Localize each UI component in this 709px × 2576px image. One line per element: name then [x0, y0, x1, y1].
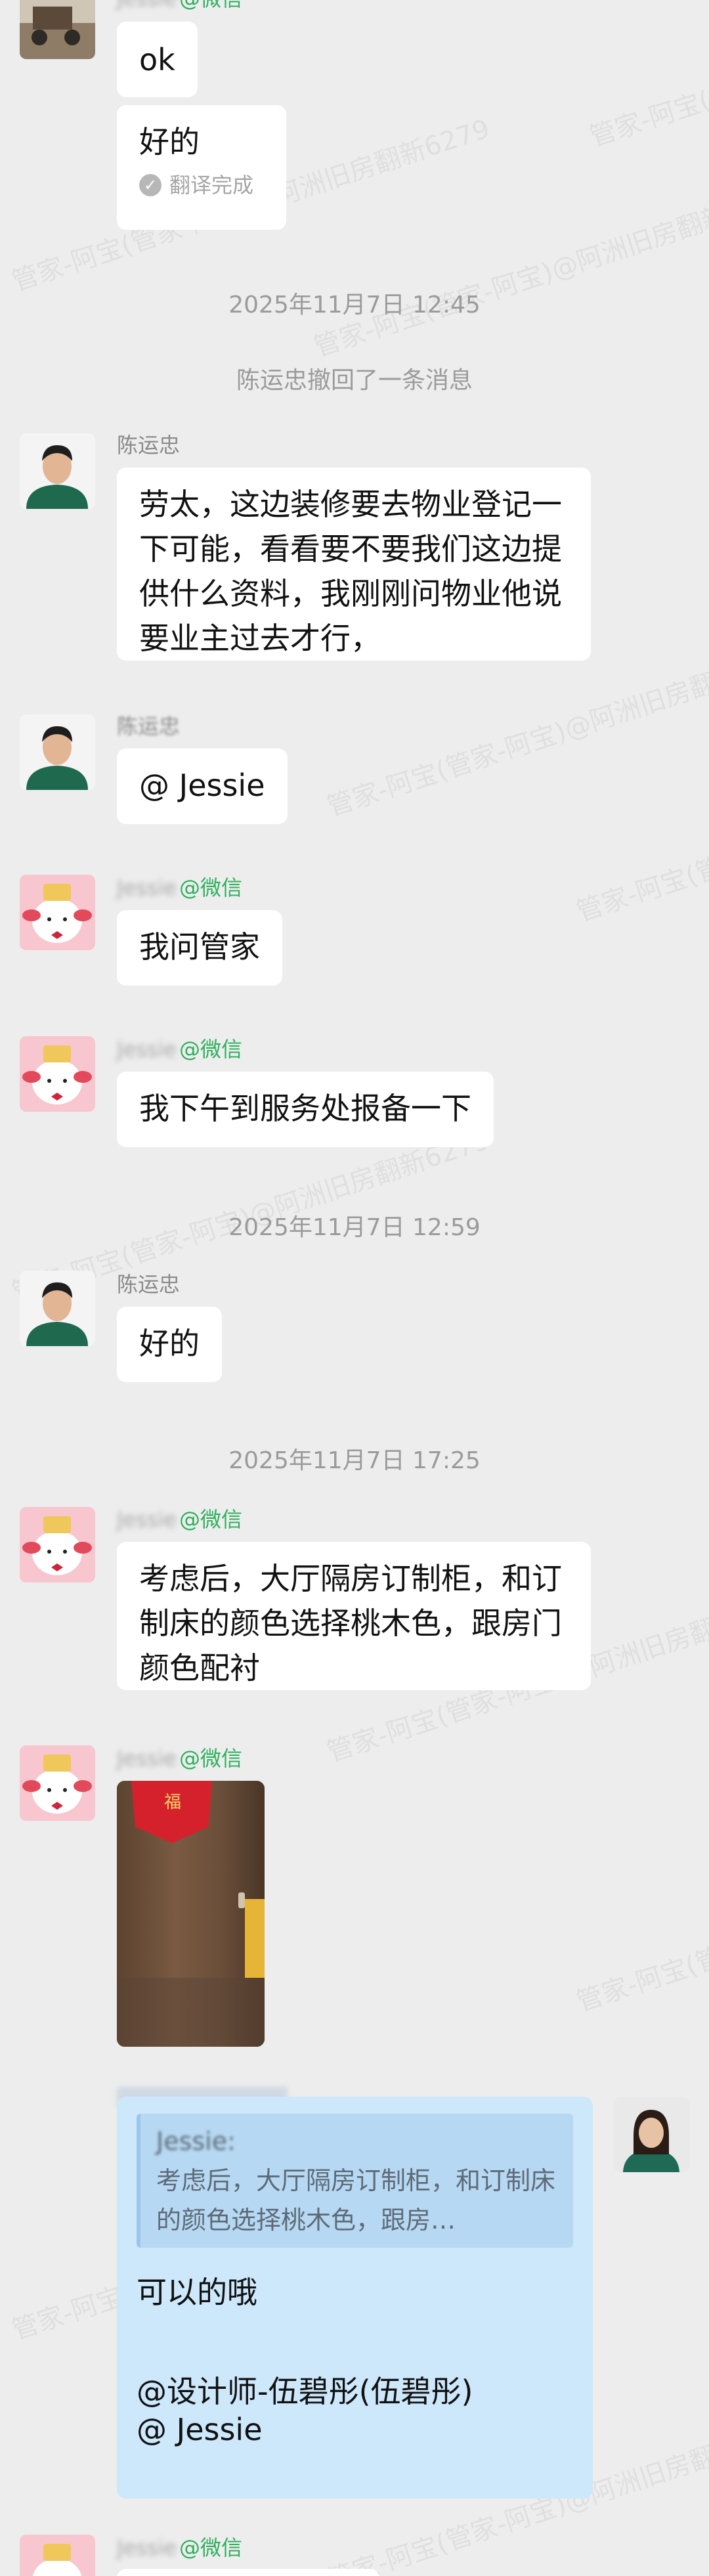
message-text: 好的 — [139, 1326, 200, 1361]
avatar[interactable] — [614, 2097, 689, 2172]
avatar[interactable] — [20, 2535, 95, 2576]
message-bubble[interactable]: 我下午到服务处报备一下 — [117, 1072, 494, 1147]
avatar[interactable] — [20, 1271, 95, 1346]
message-bubble[interactable]: Jessie: 考虑后，大厅隔房订制柜，和订制床的颜色选择桃木色，跟房… 可以的… — [117, 2097, 593, 2499]
avatar[interactable] — [20, 875, 95, 950]
person-avatar-icon — [20, 433, 95, 509]
avatar[interactable] — [20, 1745, 95, 1821]
person-avatar-icon — [20, 714, 95, 790]
sender-name: Jessie@微信 — [117, 2535, 243, 2560]
message-bubble[interactable]: ok — [117, 22, 198, 97]
image-message[interactable]: 福 — [117, 1781, 265, 2047]
sender-name: 陈运忠 — [117, 433, 181, 458]
message-text: 可以的哦 — [137, 2275, 257, 2310]
message-bubble[interactable]: 考虑后，大厅隔房订制柜，和订制床的颜色选择桃木色，跟房门颜色配衬 — [117, 1542, 591, 1690]
sender-name: 陈运忠 — [117, 1272, 181, 1297]
watermark: 管家-阿宝(管家-阿宝)@阿洲旧房翻新6279 — [572, 1834, 709, 2018]
sender-name: Jessie@微信 — [117, 1037, 243, 1062]
message-text: 我下午到服务处报备一下 — [139, 1091, 471, 1126]
mention-jessie: @ Jessie — [137, 2412, 263, 2447]
avatar[interactable] — [20, 1507, 95, 1583]
sheep-avatar-icon — [20, 2535, 95, 2576]
sheep-avatar-icon — [20, 1507, 95, 1583]
check-icon: ✓ — [139, 174, 161, 196]
watermark: 管家-阿宝(管家-阿宝)@阿洲旧房翻新6279 — [586, 0, 709, 153]
message-text: @ Jessie — [139, 768, 265, 803]
person-avatar-icon — [20, 1271, 95, 1346]
sheep-avatar-icon — [20, 875, 95, 950]
message-bubble[interactable]: 我问管家 — [117, 910, 282, 986]
sender-name: Jessie@微信 — [117, 1507, 243, 1532]
mention-designer: @设计师-伍碧彤(伍碧彤) — [137, 2374, 473, 2409]
avatar[interactable] — [20, 1036, 95, 1112]
message-text: 好的 — [139, 124, 200, 160]
message-bubble[interactable]: 好的 ✓ 翻译完成 — [117, 105, 286, 230]
message-bubble[interactable]: @ Jessie — [117, 749, 288, 824]
message-text: 劳太，这边装修要去物业登记一下可能，看看要不要我们这边提供什么资料，我刚刚问物业… — [139, 487, 562, 656]
sheep-avatar-icon — [20, 1745, 95, 1821]
timestamp: 2025年11月7日 17:25 — [228, 1447, 481, 1474]
person-avatar-icon — [614, 2097, 689, 2172]
sender-name: Jessie@微信 — [117, 875, 243, 900]
sender-name: 陈运忠 — [117, 714, 181, 739]
avatar[interactable] — [20, 714, 95, 790]
timestamp: 2025年11月7日 12:59 — [228, 1214, 481, 1241]
sheep-avatar-icon — [20, 1036, 95, 1112]
message-bubble[interactable]: 劳太，这边装修要去物业登记一下可能，看看要不要我们这边提供什么资料，我刚刚问物业… — [117, 468, 591, 661]
door-photo-image — [117, 1781, 265, 2047]
avatar[interactable] — [20, 0, 95, 59]
watermark: 管家-阿宝(管家-阿宝)@阿洲旧房翻新6279 — [310, 179, 709, 363]
sender-name: Jessie@微信 — [117, 1746, 243, 1771]
message-text: 我问管家 — [139, 929, 260, 965]
message-text: ok — [139, 42, 175, 77]
message-bubble[interactable]: 好的 — [117, 1307, 222, 1382]
quoted-sender: Jessie: — [156, 2127, 236, 2156]
quoted-text: 考虑后，大厅隔房订制柜，和订制床的颜色选择桃木色，跟房… — [156, 2166, 556, 2235]
translate-status: ✓ 翻译完成 — [139, 172, 264, 198]
system-notice: 陈运忠撤回了一条消息 — [236, 367, 473, 394]
photo-sign: 福 — [164, 1793, 182, 1812]
avatar[interactable] — [20, 433, 95, 509]
message-text: 考虑后，大厅隔房订制柜，和订制床的颜色选择桃木色，跟房门颜色配衬 — [139, 1561, 562, 1686]
sender-name: Jessie@微信 — [117, 0, 242, 9]
timestamp: 2025年11月7日 12:45 — [228, 292, 481, 318]
quoted-message[interactable]: Jessie: 考虑后，大厅隔房订制柜，和订制床的颜色选择桃木色，跟房… — [137, 2114, 573, 2248]
message-bubble[interactable] — [117, 2569, 379, 2576]
watermark: 管家-阿宝(管家-阿宝)@阿洲旧房翻新6279 — [323, 639, 709, 823]
watermark: 管家-阿宝(管家-阿宝)@阿洲旧房翻新6279 — [572, 744, 709, 928]
vehicle-avatar-icon — [20, 0, 95, 59]
translate-label: 翻译完成 — [169, 173, 254, 198]
